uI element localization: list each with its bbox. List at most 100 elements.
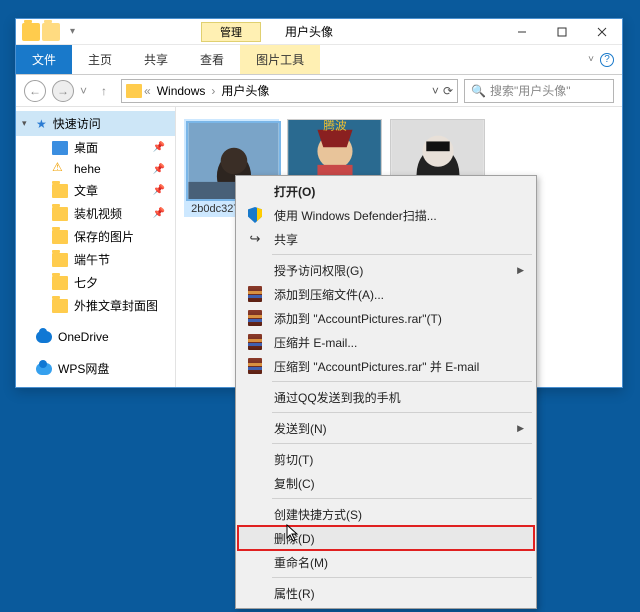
- sidebar-quick-access[interactable]: ★ 快速访问: [16, 111, 175, 136]
- ctx-delete[interactable]: 删除(D): [238, 526, 534, 550]
- search-placeholder: 搜索"用户头像": [490, 82, 571, 99]
- ctx-share[interactable]: ↪ 共享: [238, 227, 534, 251]
- recent-dropdown-icon[interactable]: ˅: [80, 84, 87, 98]
- sidebar-item-label: 文章: [74, 182, 98, 199]
- title-bar: ▾ 管理 用户头像: [16, 19, 622, 45]
- window-title: 用户头像: [285, 23, 333, 40]
- ctx-rar-add-named[interactable]: 添加到 "AccountPictures.rar"(T): [238, 306, 534, 330]
- sidebar-item-onedrive[interactable]: OneDrive: [16, 327, 175, 347]
- sidebar-item-label: 七夕: [74, 274, 98, 291]
- search-input[interactable]: 🔍 搜索"用户头像": [464, 79, 614, 103]
- sidebar-item-label: 保存的图片: [74, 228, 134, 245]
- ctx-label: 压缩并 E-mail...: [274, 334, 357, 351]
- ctx-rar-email[interactable]: 压缩并 E-mail...: [238, 330, 534, 354]
- ctx-properties[interactable]: 属性(R): [238, 581, 534, 605]
- qat-dropdown-icon[interactable]: ▾: [70, 26, 75, 37]
- submenu-arrow-icon: ▶: [517, 423, 524, 434]
- ctx-rar-add[interactable]: 添加到压缩文件(A)...: [238, 282, 534, 306]
- folder-icon: [52, 299, 68, 313]
- warn-icon: [52, 162, 68, 176]
- folder-icon: [52, 207, 68, 221]
- sidebar-item-label: 装机视频: [74, 205, 122, 222]
- ctx-label: 添加到 "AccountPictures.rar"(T): [274, 310, 442, 327]
- star-icon: ★: [36, 117, 47, 131]
- sidebar-item-videos[interactable]: 装机视频 📌: [16, 202, 175, 225]
- app-icon[interactable]: [22, 23, 40, 41]
- ctx-cut[interactable]: 剪切(T): [238, 447, 534, 471]
- context-menu: 打开(O) 使用 Windows Defender扫描... ↪ 共享 授予访问权…: [235, 175, 537, 609]
- ctx-shortcut[interactable]: 创建快捷方式(S): [238, 502, 534, 526]
- desktop-icon: [52, 141, 68, 155]
- up-button[interactable]: ↑: [93, 80, 115, 102]
- sidebar-item-duanwu[interactable]: 端午节: [16, 248, 175, 271]
- close-button[interactable]: [582, 19, 622, 45]
- forward-button[interactable]: →: [52, 80, 74, 102]
- folder-icon: [52, 184, 68, 198]
- search-icon: 🔍: [471, 84, 486, 98]
- breadcrumb[interactable]: 用户头像: [217, 82, 273, 99]
- tab-view[interactable]: 查看: [184, 45, 240, 74]
- sidebar-item-saved-pics[interactable]: 保存的图片: [16, 225, 175, 248]
- share-icon: ↪: [246, 230, 264, 248]
- ribbon-tabs: 文件 主页 共享 查看 图片工具 ˅?: [16, 45, 622, 75]
- sidebar-item-qixi[interactable]: 七夕: [16, 271, 175, 294]
- ctx-rar-email-named[interactable]: 压缩到 "AccountPictures.rar" 并 E-mail: [238, 354, 534, 378]
- sidebar-item-label: hehe: [74, 162, 101, 176]
- address-bar-row: ← → ˅ ↑ « Windows › 用户头像 ˅⟳ 🔍 搜索"用户头像": [16, 75, 622, 107]
- history-dropdown-icon[interactable]: ˅: [432, 84, 439, 98]
- pin-icon: 📌: [153, 185, 165, 196]
- ctx-open[interactable]: 打开(O): [238, 179, 534, 203]
- folder-icon: [52, 253, 68, 267]
- ctx-defender[interactable]: 使用 Windows Defender扫描...: [238, 203, 534, 227]
- rar-icon: [246, 333, 264, 351]
- tab-picture-tools[interactable]: 图片工具: [240, 45, 320, 74]
- sidebar-item-label: 桌面: [74, 139, 98, 156]
- submenu-arrow-icon: ▶: [517, 265, 524, 276]
- ctx-access[interactable]: 授予访问权限(G)▶: [238, 258, 534, 282]
- pin-icon: 📌: [153, 208, 165, 219]
- contextual-tab-label: 管理: [201, 22, 261, 42]
- tab-share[interactable]: 共享: [128, 45, 184, 74]
- sidebar-item-label: WPS网盘: [58, 360, 109, 377]
- minimize-button[interactable]: [502, 19, 542, 45]
- sidebar-item-wps[interactable]: WPS网盘: [16, 357, 175, 380]
- ctx-label: 发送到(N): [274, 420, 327, 437]
- sidebar-item-label: 外推文章封面图: [74, 297, 158, 314]
- cloud-icon: [36, 363, 52, 375]
- svg-text:腾波: 腾波: [323, 119, 347, 133]
- rar-icon: [246, 357, 264, 375]
- folder-icon: [52, 230, 68, 244]
- onedrive-icon: [36, 331, 52, 343]
- ctx-rename[interactable]: 重命名(M): [238, 550, 534, 574]
- maximize-button[interactable]: [542, 19, 582, 45]
- sidebar-item-label: OneDrive: [58, 330, 109, 344]
- pin-icon: 📌: [153, 164, 165, 175]
- ctx-label: 压缩到 "AccountPictures.rar" 并 E-mail: [274, 358, 479, 375]
- sidebar-item-hehe[interactable]: hehe 📌: [16, 159, 175, 179]
- sidebar-item-covers[interactable]: 外推文章封面图: [16, 294, 175, 317]
- address-bar[interactable]: « Windows › 用户头像 ˅⟳: [121, 79, 458, 103]
- tab-home[interactable]: 主页: [72, 45, 128, 74]
- refresh-icon[interactable]: ⟳: [443, 84, 453, 98]
- ctx-send-to[interactable]: 发送到(N) ▶: [238, 416, 534, 440]
- rar-icon: [246, 309, 264, 327]
- ctx-qq-send[interactable]: 通过QQ发送到我的手机: [238, 385, 534, 409]
- shield-icon: [246, 206, 264, 224]
- navigation-sidebar: ★ 快速访问 桌面 📌 hehe 📌 文章 📌 装机视频 📌 保存的图片 端午节 七夕 外…: [16, 107, 176, 387]
- pin-icon: 📌: [153, 142, 165, 153]
- qat-shortcut-icon[interactable]: [42, 23, 60, 41]
- folder-icon: [52, 276, 68, 290]
- back-button[interactable]: ←: [24, 80, 46, 102]
- quick-access-toolbar: ▾: [16, 23, 81, 41]
- ctx-label: 使用 Windows Defender扫描...: [274, 207, 437, 224]
- sidebar-label: 快速访问: [53, 115, 101, 132]
- breadcrumb[interactable]: Windows: [153, 84, 210, 98]
- ctx-copy[interactable]: 复制(C): [238, 471, 534, 495]
- ctx-label: 共享: [274, 231, 298, 248]
- tab-file[interactable]: 文件: [16, 45, 72, 74]
- folder-icon: [126, 84, 142, 98]
- sidebar-item-desktop[interactable]: 桌面 📌: [16, 136, 175, 159]
- ribbon-collapse[interactable]: ˅?: [580, 45, 622, 74]
- sidebar-item-articles[interactable]: 文章 📌: [16, 179, 175, 202]
- rar-icon: [246, 285, 264, 303]
